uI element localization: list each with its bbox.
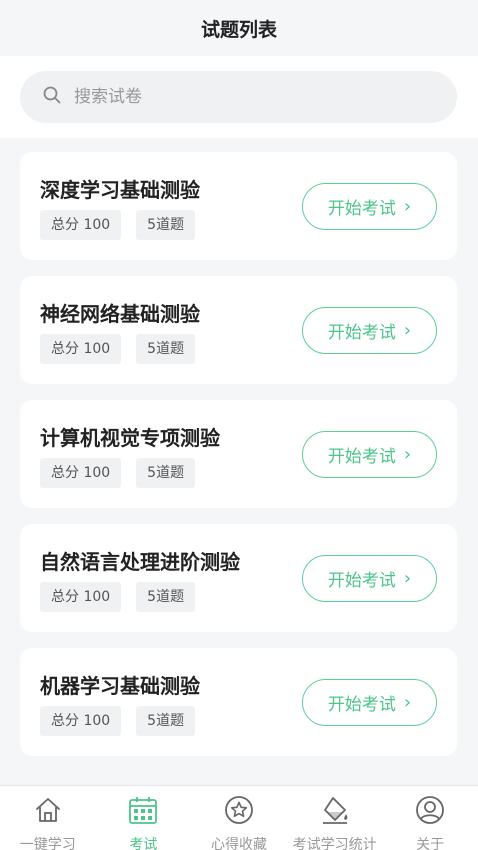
question-count-tag: 5道题 <box>136 210 196 240</box>
chevron-right-icon: › <box>403 568 412 589</box>
tab-exam[interactable]: 考试 <box>96 786 192 850</box>
tab-study[interactable]: 一键学习 <box>0 786 96 850</box>
exam-title: 神经网络基础测验 <box>40 302 200 326</box>
user-icon <box>414 794 446 830</box>
tab-label: 考试学习统计 <box>292 837 377 850</box>
exam-title: 深度学习基础测验 <box>40 178 200 202</box>
exam-tags: 总分 100 5道题 <box>40 458 196 488</box>
score-tag: 总分 100 <box>40 458 122 488</box>
exam-tags: 总分 100 5道题 <box>40 706 196 736</box>
start-exam-label: 开始考试 <box>327 571 396 591</box>
exam-title: 计算机视觉专项测验 <box>40 426 220 450</box>
score-tag: 总分 100 <box>40 582 122 612</box>
tab-favorites[interactable]: 心得收藏 <box>191 786 287 850</box>
tab-label: 考试 <box>129 837 158 850</box>
search-bar[interactable] <box>20 71 457 123</box>
page-title: 试题列表 <box>200 18 277 41</box>
start-exam-label: 开始考试 <box>327 199 396 219</box>
start-exam-button[interactable]: 开始考试 › <box>302 679 437 726</box>
chevron-right-icon: › <box>403 320 412 341</box>
exam-list: 深度学习基础测验 总分 100 5道题 开始考试 › 神经网络基础测验 总分 10… <box>20 152 457 772</box>
search-input[interactable] <box>74 87 434 107</box>
search-bar-container <box>0 56 478 138</box>
chevron-right-icon: › <box>403 444 412 465</box>
start-exam-label: 开始考试 <box>327 323 396 343</box>
score-tag: 总分 100 <box>40 334 122 364</box>
tab-label: 关于 <box>416 837 445 850</box>
home-icon <box>32 794 64 830</box>
tab-label: 心得收藏 <box>210 837 267 850</box>
calendar-icon <box>127 794 159 830</box>
exam-card: 机器学习基础测验 总分 100 5道题 开始考试 › <box>20 648 457 756</box>
exam-tags: 总分 100 5道题 <box>40 334 196 364</box>
question-count-tag: 5道题 <box>136 458 196 488</box>
score-tag: 总分 100 <box>40 210 122 240</box>
start-exam-button[interactable]: 开始考试 › <box>302 183 437 230</box>
tab-label: 一键学习 <box>19 837 76 850</box>
tab-statistics[interactable]: 考试学习统计 <box>287 786 383 850</box>
bottom-tab-bar: 一键学习 考试 心得收藏 考试学习统计 关于 <box>0 785 478 850</box>
score-tag: 总分 100 <box>40 706 122 736</box>
search-icon <box>42 85 62 109</box>
chevron-right-icon: › <box>403 692 412 713</box>
exam-card: 神经网络基础测验 总分 100 5道题 开始考试 › <box>20 276 457 384</box>
start-exam-button[interactable]: 开始考试 › <box>302 431 437 478</box>
start-exam-label: 开始考试 <box>327 447 396 467</box>
exam-title: 机器学习基础测验 <box>40 674 200 698</box>
exam-tags: 总分 100 5道题 <box>40 582 196 612</box>
exam-card: 深度学习基础测验 总分 100 5道题 开始考试 › <box>20 152 457 260</box>
question-count-tag: 5道题 <box>136 706 196 736</box>
exam-tags: 总分 100 5道题 <box>40 210 196 240</box>
paint-bucket-icon <box>319 794 351 830</box>
start-exam-button[interactable]: 开始考试 › <box>302 307 437 354</box>
star-icon <box>223 794 255 830</box>
exam-card: 计算机视觉专项测验 总分 100 5道题 开始考试 › <box>20 400 457 508</box>
chevron-right-icon: › <box>403 196 412 217</box>
tab-about[interactable]: 关于 <box>382 786 478 850</box>
exam-title: 自然语言处理进阶测验 <box>40 550 240 574</box>
exam-card: 自然语言处理进阶测验 总分 100 5道题 开始考试 › <box>20 524 457 632</box>
header: 试题列表 <box>0 0 478 56</box>
question-count-tag: 5道题 <box>136 582 196 612</box>
start-exam-button[interactable]: 开始考试 › <box>302 555 437 602</box>
question-count-tag: 5道题 <box>136 334 196 364</box>
start-exam-label: 开始考试 <box>327 695 396 715</box>
